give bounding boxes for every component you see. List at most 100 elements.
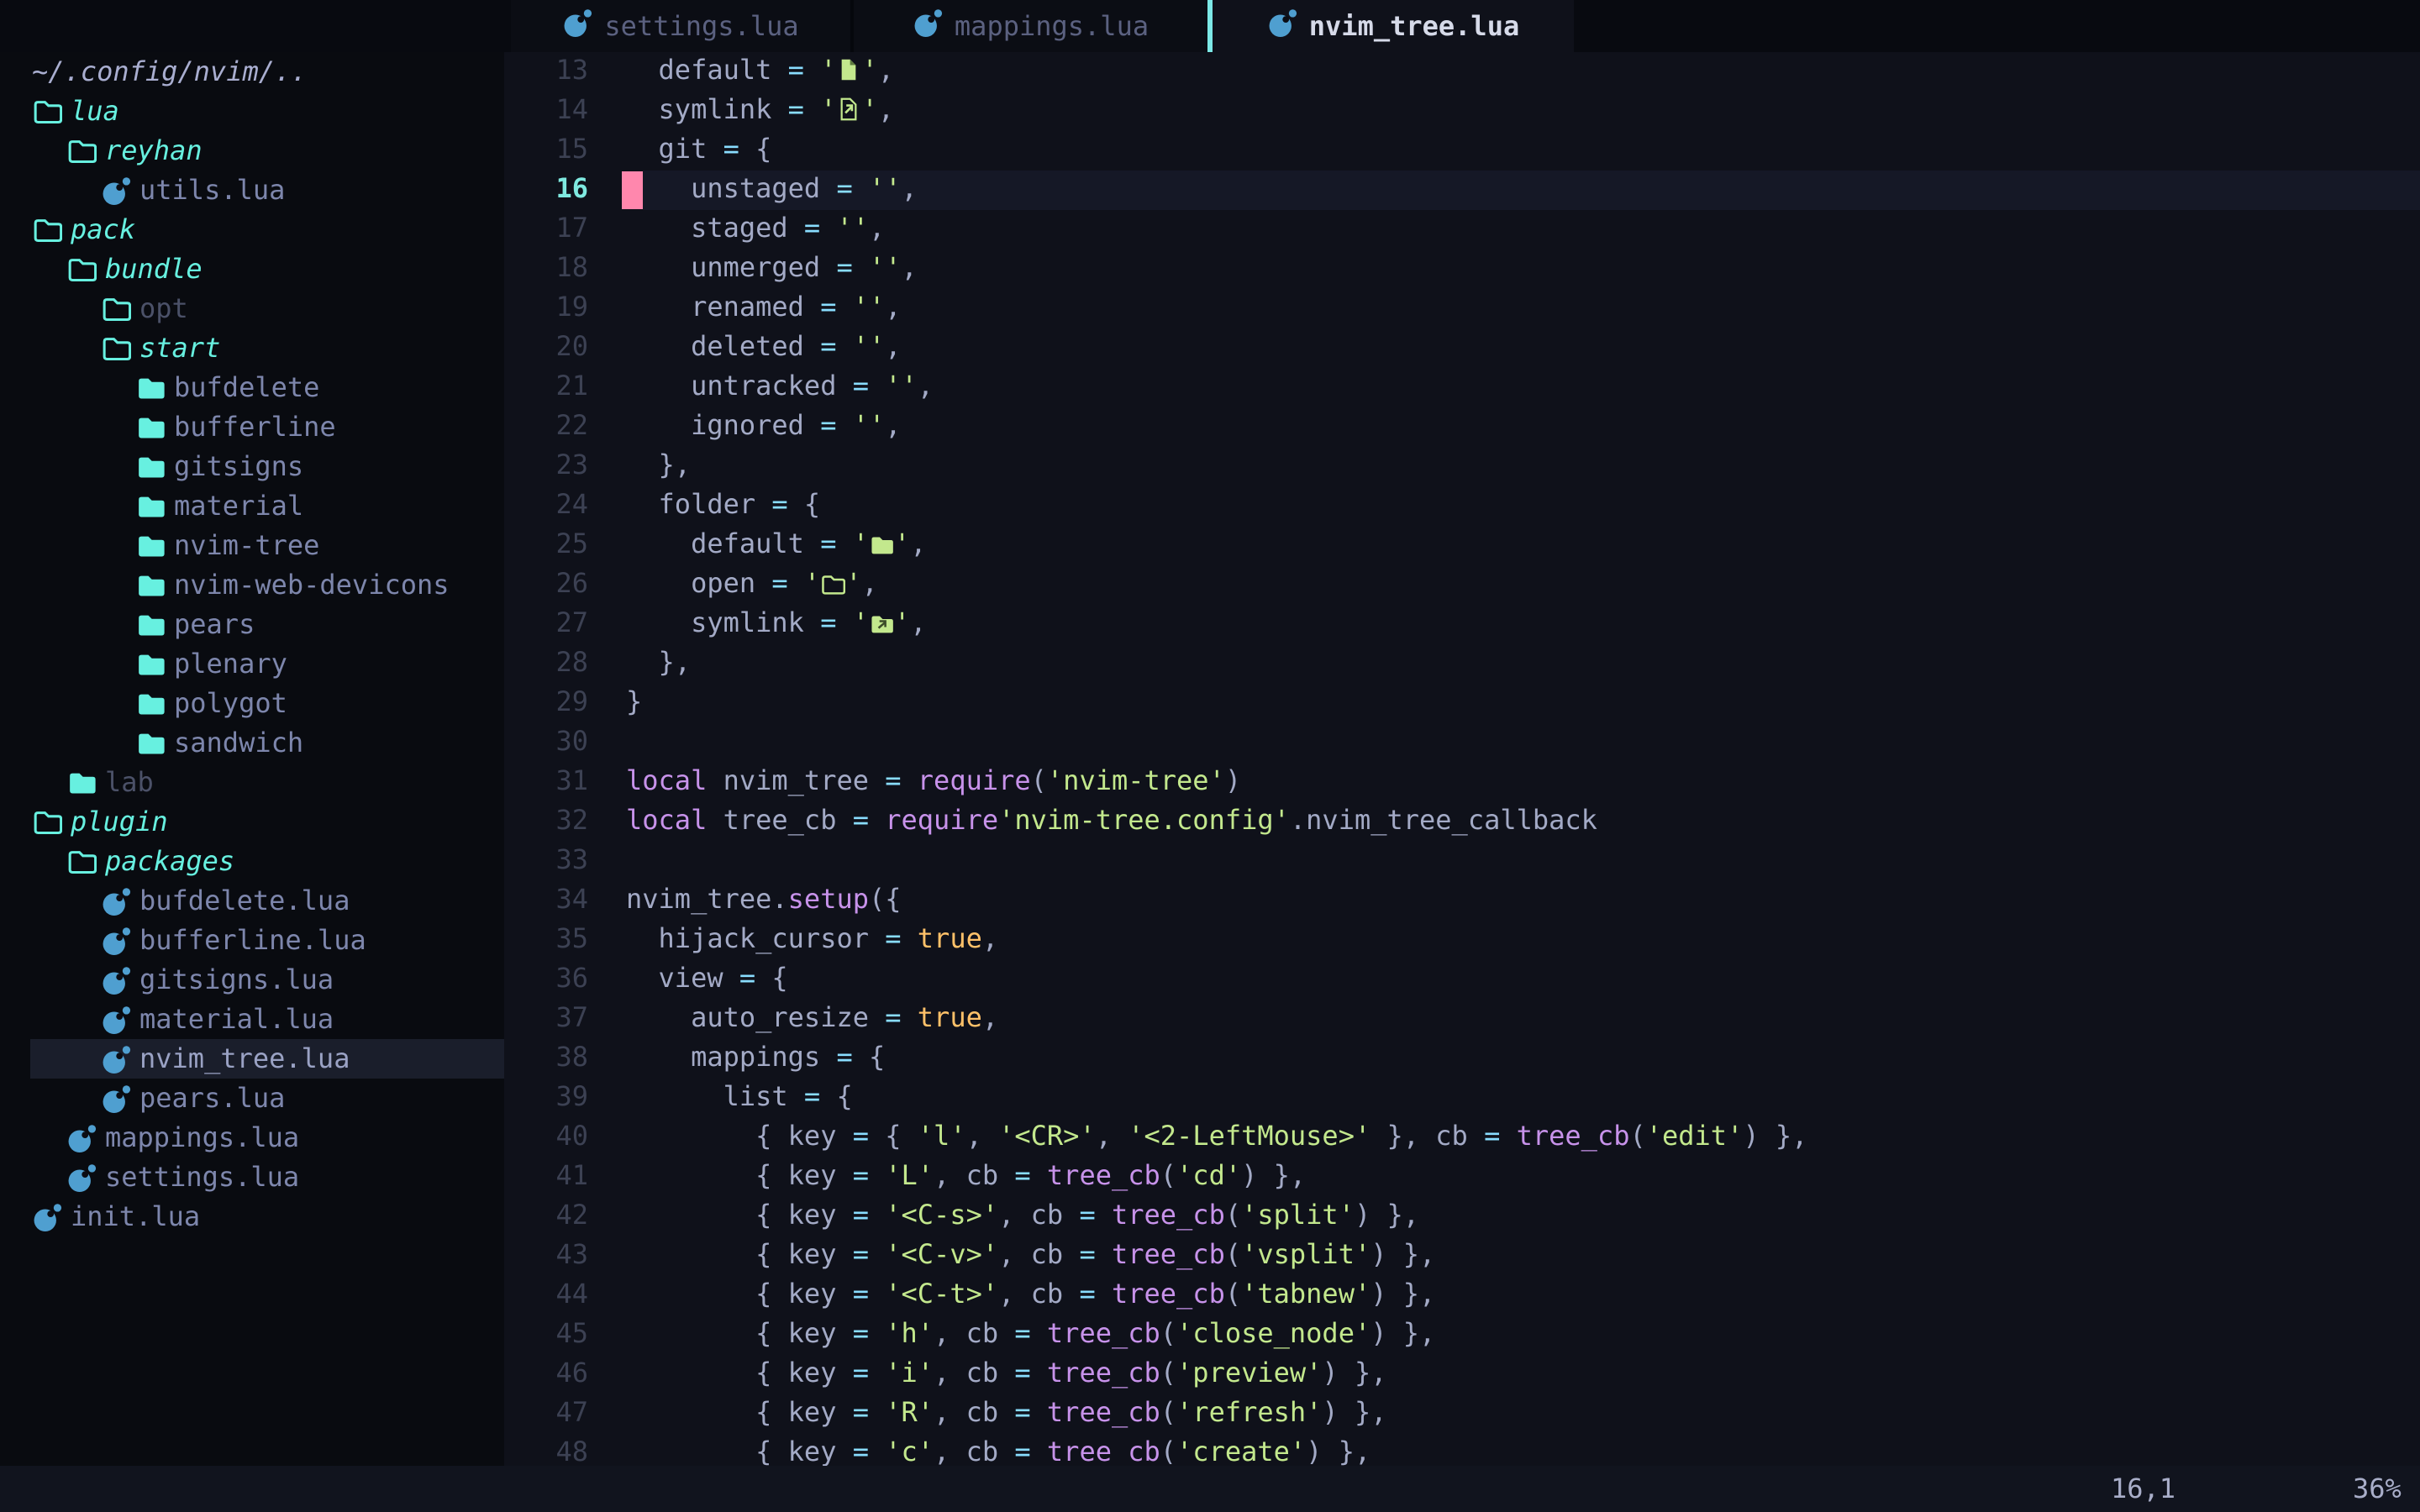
code-line-16[interactable]: 16 unstaged = '', <box>504 171 2420 210</box>
tree-item-bufferline[interactable]: bufferline <box>0 407 504 447</box>
code-line-text: } <box>626 685 642 717</box>
tree-item-material.lua[interactable]: material.lua <box>0 1000 504 1039</box>
code-line-23[interactable]: 23 }, <box>504 447 2420 486</box>
tree-item-pack[interactable]: pack <box>0 210 504 249</box>
code-line-28[interactable]: 28 }, <box>504 644 2420 684</box>
tree-item-bufferline.lua[interactable]: bufferline.lua <box>0 921 504 960</box>
code-line-17[interactable]: 17 staged = '', <box>504 210 2420 249</box>
code-line-42[interactable]: 42 { key = '<C-s>', cb = tree_cb('split'… <box>504 1197 2420 1236</box>
code-line-text: }, <box>626 449 691 480</box>
tree-item-nvim-web-devicons[interactable]: nvim-web-devicons <box>0 565 504 605</box>
code-line-40[interactable]: 40 { key = { 'l', '<CR>', '<2-LeftMouse>… <box>504 1118 2420 1158</box>
tree-item-mappings.lua[interactable]: mappings.lua <box>0 1118 504 1158</box>
tree-item-lua[interactable]: lua <box>0 92 504 131</box>
code-line-34[interactable]: 34nvim_tree.setup({ <box>504 881 2420 921</box>
tree-item-sandwich[interactable]: sandwich <box>0 723 504 763</box>
code-line-44[interactable]: 44 { key = '<C-t>', cb = tree_cb('tabnew… <box>504 1276 2420 1315</box>
code-line-20[interactable]: 20 deleted = '', <box>504 328 2420 368</box>
code-line-text: nvim_tree.setup({ <box>626 883 902 915</box>
tree-item-utils.lua[interactable]: utils.lua <box>0 171 504 210</box>
code-line-26[interactable]: 26 open = '', <box>504 565 2420 605</box>
tree-item-opt[interactable]: opt <box>0 289 504 328</box>
code-line-text: { key = 'c', cb = tree_cb('create') }, <box>626 1436 1370 1466</box>
tree-item-packages[interactable]: packages <box>0 842 504 881</box>
code-line-21[interactable]: 21 untracked = '', <box>504 368 2420 407</box>
tree-item-pears.lua[interactable]: pears.lua <box>0 1079 504 1118</box>
code-line-35[interactable]: 35 hijack_cursor = true, <box>504 921 2420 960</box>
code-line-27[interactable]: 27 symlink = '', <box>504 605 2420 644</box>
code-line-13[interactable]: 13 default = '', <box>504 52 2420 92</box>
tree-item-label: material <box>174 490 303 522</box>
folder-filled-icon <box>66 768 97 798</box>
code-line-24[interactable]: 24 folder = { <box>504 486 2420 526</box>
code-line-39[interactable]: 39 list = { <box>504 1079 2420 1118</box>
tree-item-bundle[interactable]: bundle <box>0 249 504 289</box>
tree-item-label: nvim-web-devicons <box>174 569 450 601</box>
code-line-15[interactable]: 15 git = { <box>504 131 2420 171</box>
code-line-19[interactable]: 19 renamed = '', <box>504 289 2420 328</box>
line-number: 25 <box>504 528 588 559</box>
folder-filled-icon <box>135 689 166 719</box>
code-line-43[interactable]: 43 { key = '<C-v>', cb = tree_cb('vsplit… <box>504 1236 2420 1276</box>
code-line-22[interactable]: 22 ignored = '', <box>504 407 2420 447</box>
code-line-47[interactable]: 47 { key = 'R', cb = tree_cb('refresh') … <box>504 1394 2420 1434</box>
tree-item-plugin[interactable]: plugin <box>0 802 504 842</box>
code-line-text: local nvim_tree = require('nvim-tree') <box>626 764 1241 796</box>
code-line-36[interactable]: 36 view = { <box>504 960 2420 1000</box>
line-number: 47 <box>504 1396 588 1428</box>
code-line-46[interactable]: 46 { key = 'i', cb = tree_cb('preview') … <box>504 1355 2420 1394</box>
code-line-48[interactable]: 48 { key = 'c', cb = tree_cb('create') }… <box>504 1434 2420 1466</box>
tree-item-label: nvim-tree <box>174 529 319 561</box>
line-number: 14 <box>504 93 588 125</box>
code-line-30[interactable]: 30 <box>504 723 2420 763</box>
tree-item-init.lua[interactable]: init.lua <box>0 1197 504 1236</box>
tree-item-label: bufferline.lua <box>139 924 366 956</box>
tree-item-lab[interactable]: lab <box>0 763 504 802</box>
tree-item-start[interactable]: start <box>0 328 504 368</box>
tree-root[interactable]: ~/.config/nvim/.. <box>0 52 504 92</box>
lua-file-icon <box>32 1202 62 1232</box>
code-line-31[interactable]: 31local nvim_tree = require('nvim-tree') <box>504 763 2420 802</box>
code-line-41[interactable]: 41 { key = 'L', cb = tree_cb('cd') }, <box>504 1158 2420 1197</box>
tree-item-bufdelete[interactable]: bufdelete <box>0 368 504 407</box>
tree-item-label: init.lua <box>71 1200 200 1232</box>
code-line-25[interactable]: 25 default = '', <box>504 526 2420 565</box>
code-line-29[interactable]: 29} <box>504 684 2420 723</box>
tree-item-gitsigns.lua[interactable]: gitsigns.lua <box>0 960 504 1000</box>
tree-item-label: pears <box>174 608 255 640</box>
folder-filled-icon <box>135 452 166 482</box>
code-line-32[interactable]: 32local tree_cb = require'nvim-tree.conf… <box>504 802 2420 842</box>
tree-item-gitsigns[interactable]: gitsigns <box>0 447 504 486</box>
tree-item-material[interactable]: material <box>0 486 504 526</box>
tree-item-settings.lua[interactable]: settings.lua <box>0 1158 504 1197</box>
file-icon <box>836 55 861 84</box>
line-number: 42 <box>504 1199 588 1231</box>
line-number: 48 <box>504 1436 588 1466</box>
tree-item-polygot[interactable]: polygot <box>0 684 504 723</box>
lua-file-icon <box>66 1123 97 1153</box>
code-line-text: { key = 'R', cb = tree_cb('refresh') }, <box>626 1396 1386 1428</box>
tree-item-label: lua <box>71 95 119 127</box>
line-number: 45 <box>504 1317 588 1349</box>
tree-item-nvim_tree.lua[interactable]: nvim_tree.lua <box>0 1039 504 1079</box>
code-line-37[interactable]: 37 auto_resize = true, <box>504 1000 2420 1039</box>
tab-nvim_tree.lua[interactable]: nvim_tree.lua <box>1213 0 1574 52</box>
code-line-33[interactable]: 33 <box>504 842 2420 881</box>
code-line-18[interactable]: 18 unmerged = '', <box>504 249 2420 289</box>
line-number: 43 <box>504 1238 588 1270</box>
tree-item-pears[interactable]: pears <box>0 605 504 644</box>
tree-item-label: pack <box>71 213 135 245</box>
file-symlink-icon <box>836 95 861 123</box>
tree-item-reyhan[interactable]: reyhan <box>0 131 504 171</box>
tree-item-bufdelete.lua[interactable]: bufdelete.lua <box>0 881 504 921</box>
code-line-38[interactable]: 38 mappings = { <box>504 1039 2420 1079</box>
code-line-14[interactable]: 14 symlink = '', <box>504 92 2420 131</box>
tree-item-plenary[interactable]: plenary <box>0 644 504 684</box>
lua-file-icon <box>101 1044 131 1074</box>
tree-item-nvim-tree[interactable]: nvim-tree <box>0 526 504 565</box>
folder-filled-icon <box>135 531 166 561</box>
tab-settings.lua[interactable]: settings.lua <box>511 0 850 52</box>
tree-item-label: bufdelete <box>174 371 319 403</box>
code-line-45[interactable]: 45 { key = 'h', cb = tree_cb('close_node… <box>504 1315 2420 1355</box>
tab-mappings.lua[interactable]: mappings.lua <box>854 0 1207 52</box>
